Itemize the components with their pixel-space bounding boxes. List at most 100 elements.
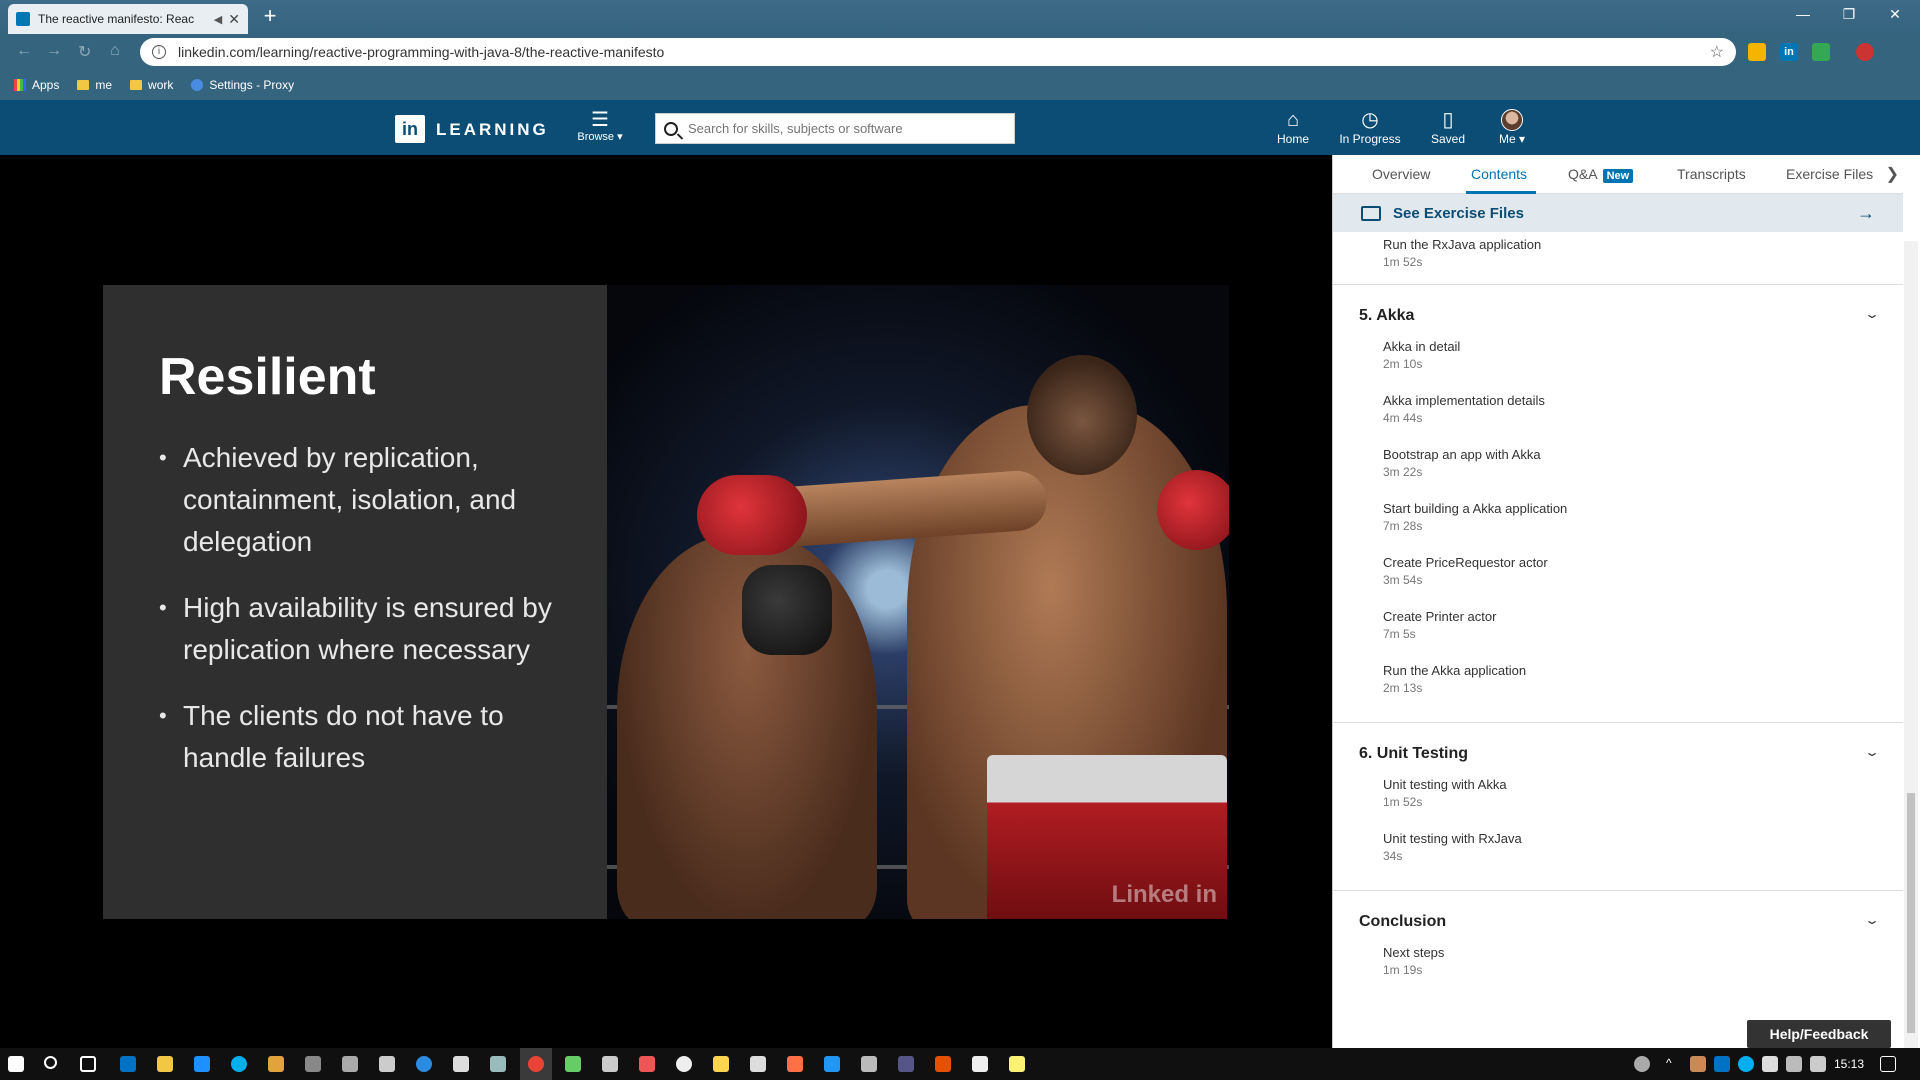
app-icon[interactable] (935, 1056, 951, 1072)
url-text[interactable]: linkedin.com/learning/reactive-programmi… (178, 44, 1710, 60)
star-icon[interactable]: ☆ (1710, 42, 1724, 62)
video-item[interactable]: Create PriceRequestor actor 3m 54s (1383, 555, 1548, 587)
tab-exercise-files[interactable]: Exercise Files (1786, 166, 1873, 182)
linkedin-extension-icon[interactable]: in (1780, 43, 1798, 61)
video-player[interactable]: Resilient Achieved by replication, conta… (0, 155, 1332, 1048)
home-icon[interactable]: ⌂ (110, 42, 120, 60)
back-arrow-icon[interactable]: ← (16, 42, 32, 60)
video-item[interactable]: Next steps 1m 19s (1383, 945, 1444, 977)
minimize-button[interactable]: — (1780, 0, 1826, 30)
taskbar-clock[interactable]: 15:13 (1834, 1057, 1864, 1071)
scrollbar-thumb[interactable] (1907, 793, 1915, 1033)
nav-in-progress[interactable]: ◷ In Progress (1330, 108, 1410, 146)
app-icon[interactable] (676, 1056, 692, 1072)
app-icon[interactable] (416, 1056, 432, 1072)
skype-tray-icon[interactable] (1738, 1056, 1754, 1072)
new-badge: New (1602, 169, 1634, 183)
learning-logo-text[interactable]: LEARNING (436, 120, 549, 140)
vscode-icon[interactable] (824, 1056, 840, 1072)
tray-icon[interactable] (1690, 1056, 1706, 1072)
app-icon[interactable] (490, 1056, 506, 1072)
task-view-icon[interactable] (80, 1056, 96, 1072)
close-window-button[interactable]: ✕ (1872, 0, 1918, 30)
bookmark-apps[interactable]: Apps (14, 78, 59, 92)
video-item[interactable]: Akka implementation details 4m 44s (1383, 393, 1545, 425)
app-icon[interactable] (342, 1056, 358, 1072)
app-icon[interactable] (453, 1056, 469, 1072)
video-item[interactable]: Run the RxJava application 1m 52s (1383, 237, 1541, 269)
notifications-icon[interactable] (1880, 1056, 1896, 1072)
nav-me[interactable]: Me ▾ (1472, 108, 1552, 146)
chevron-up-icon[interactable]: ^ (1666, 1056, 1682, 1072)
bookmark-work[interactable]: work (130, 78, 173, 92)
info-icon[interactable]: i (152, 45, 166, 59)
app-icon[interactable] (602, 1056, 618, 1072)
nav-home[interactable]: ⌂ Home (1253, 108, 1333, 146)
section-header-conclusion[interactable]: Conclusion (1359, 913, 1446, 931)
browser-tab[interactable]: The reactive manifesto: Reac ◀ ✕ (8, 4, 248, 34)
tab-contents[interactable]: Contents (1471, 166, 1527, 182)
speaker-icon[interactable]: ◀ (214, 13, 222, 26)
app-icon[interactable] (639, 1056, 655, 1072)
app-icon[interactable] (268, 1056, 284, 1072)
chevron-right-icon[interactable]: ❯ (1886, 164, 1899, 184)
apps-grid-icon (14, 79, 26, 91)
network-icon[interactable] (1786, 1056, 1802, 1072)
restore-button[interactable]: ❐ (1826, 0, 1872, 30)
chrome-icon[interactable] (528, 1056, 544, 1072)
linkedin-logo-icon[interactable]: in (395, 115, 425, 143)
chevron-down-icon[interactable]: ⌄ (1864, 745, 1880, 759)
video-item[interactable]: Unit testing with RxJava 34s (1383, 831, 1522, 863)
section-header-unit-testing[interactable]: 6. Unit Testing (1359, 745, 1468, 763)
tab-qa[interactable]: Q&A New (1568, 166, 1634, 183)
tab-overview[interactable]: Overview (1372, 166, 1430, 182)
skype-icon[interactable] (231, 1056, 247, 1072)
app-icon[interactable] (787, 1056, 803, 1072)
app-icon[interactable] (565, 1056, 581, 1072)
app-icon[interactable] (898, 1056, 914, 1072)
search-input[interactable] (688, 121, 1006, 136)
chevron-down-icon[interactable]: ⌄ (1864, 913, 1880, 927)
sidebar-scrollbar[interactable] (1904, 241, 1918, 1048)
volume-icon[interactable] (1810, 1056, 1826, 1072)
video-item[interactable]: Start building a Akka application 7m 28s (1383, 501, 1567, 533)
close-icon[interactable]: ✕ (228, 11, 240, 28)
extension-icon[interactable] (1812, 43, 1830, 61)
terminal-icon[interactable] (305, 1056, 321, 1072)
outlook-icon[interactable] (120, 1056, 136, 1072)
tab-transcripts[interactable]: Transcripts (1677, 166, 1746, 182)
forward-arrow-icon[interactable]: → (46, 42, 62, 60)
file-explorer-icon[interactable] (157, 1056, 173, 1072)
new-tab-button[interactable]: + (258, 4, 282, 28)
bookmark-settings-proxy[interactable]: Settings - Proxy (191, 78, 294, 92)
sticky-notes-icon[interactable] (713, 1056, 729, 1072)
extension-icon[interactable] (1748, 43, 1766, 61)
video-item[interactable]: Bootstrap an app with Akka 3m 22s (1383, 447, 1541, 479)
internet-explorer-icon[interactable] (194, 1056, 210, 1072)
video-item[interactable]: Unit testing with Akka 1m 52s (1383, 777, 1507, 809)
intellij-icon[interactable] (750, 1056, 766, 1072)
people-icon[interactable] (1634, 1056, 1650, 1072)
tray-icon[interactable] (1762, 1056, 1778, 1072)
bookmark-me[interactable]: me (77, 78, 112, 92)
outlook-tray-icon[interactable] (1714, 1056, 1730, 1072)
notepad-icon[interactable] (1009, 1056, 1025, 1072)
profile-icon[interactable] (1856, 43, 1874, 61)
gear-icon (191, 79, 204, 91)
help-feedback-button[interactable]: Help/Feedback (1747, 1020, 1891, 1048)
browse-menu-button[interactable]: ☰ Browse ▾ (572, 110, 628, 143)
search-icon[interactable] (44, 1056, 57, 1069)
app-icon[interactable] (861, 1056, 877, 1072)
video-item[interactable]: Create Printer actor 7m 5s (1383, 609, 1496, 641)
see-exercise-files-link[interactable]: See Exercise Files → (1333, 194, 1903, 232)
video-item[interactable]: Run the Akka application 2m 13s (1383, 663, 1526, 695)
section-header-akka[interactable]: 5. Akka (1359, 307, 1414, 325)
address-bar[interactable]: i linkedin.com/learning/reactive-program… (140, 38, 1736, 66)
search-box[interactable] (655, 113, 1015, 144)
chevron-down-icon[interactable]: ⌄ (1864, 307, 1880, 321)
windows-start-icon[interactable] (8, 1056, 24, 1072)
reload-icon[interactable]: ↻ (78, 42, 91, 62)
video-item[interactable]: Akka in detail 2m 10s (1383, 339, 1460, 371)
intellij-icon[interactable] (379, 1056, 395, 1072)
app-icon[interactable] (972, 1056, 988, 1072)
